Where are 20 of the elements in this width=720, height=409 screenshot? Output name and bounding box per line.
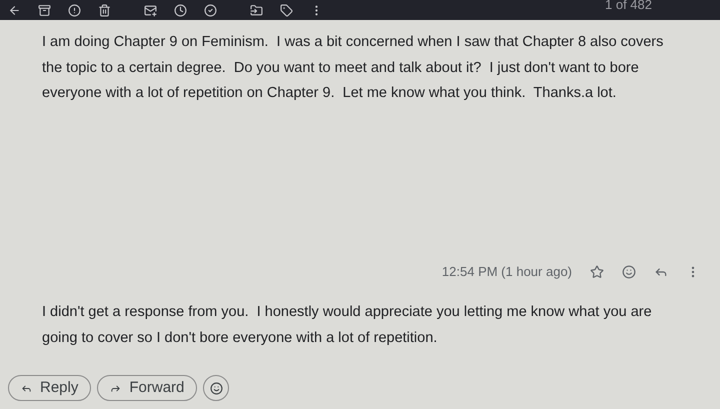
forward-arrow-icon — [110, 382, 122, 394]
smiley-icon — [210, 382, 223, 394]
check-icon[interactable] — [204, 4, 217, 16]
trash-icon[interactable] — [98, 4, 111, 16]
clock-icon[interactable] — [174, 4, 187, 16]
emoji-button[interactable] — [203, 375, 230, 401]
alert-icon[interactable] — [68, 4, 81, 16]
emoji-icon[interactable] — [622, 265, 636, 279]
archive-icon[interactable] — [38, 4, 51, 16]
timestamp: 12:54 PM (1 hour ago) — [442, 263, 572, 282]
tag-icon[interactable] — [280, 4, 293, 16]
message-body: I am doing Chapter 9 on Feminism. I was a bit concerned when I saw that Chapter 8 also covers the topic to a certain degree. Do you want to meet and talk about it? I just don't want to bore everyone with a lot of repetition on Chapter 9. Let me know what you think. Thanks.a lot. — [42, 33, 664, 103]
reply-arrow-icon — [21, 382, 32, 394]
message-body: I didn't get a response from you. I honestly would appreciate you letting me know what you are going to cover so I don't bore everyone with a lot of repetition. — [42, 303, 653, 348]
forward-button[interactable]: Forward — [97, 375, 198, 401]
mail-icon[interactable] — [144, 4, 157, 16]
folder-icon[interactable] — [250, 4, 263, 16]
star-icon[interactable] — [590, 265, 604, 279]
reply-button[interactable]: Reply — [8, 375, 92, 401]
back-arrow-icon[interactable] — [8, 4, 21, 16]
